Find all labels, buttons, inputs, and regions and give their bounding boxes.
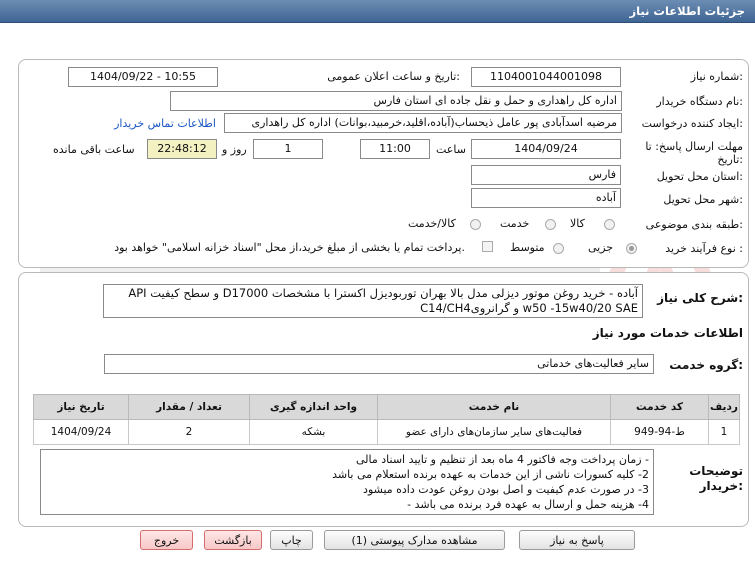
col-row: ردیف [708, 394, 740, 420]
table-header-row: ردیف کد خدمت نام خدمت واحد اندازه گیری ت… [33, 394, 740, 420]
title-bar: جزئیات اطلاعات نیاز [0, 0, 755, 23]
service-group-label: گروه خدمت: [669, 358, 743, 372]
col-service-code: کد خدمت [610, 394, 709, 420]
cell-service-code: ط-94-949 [610, 419, 709, 445]
buyer-notes-label: توضیحات [689, 464, 743, 478]
requester-label: ایجاد کننده درخواست: [641, 117, 743, 130]
buyer-org-field: اداره کل راهداری و حمل و نقل جاده ای است… [170, 91, 622, 111]
exit-button[interactable]: خروج [140, 530, 193, 550]
deadline-label: مهلت ارسال پاسخ: تا [645, 140, 743, 153]
category-goods-service-label: کالا/خدمت [408, 217, 456, 230]
category-goods-radio[interactable] [604, 219, 615, 230]
col-quantity: تعداد / مقدار [128, 394, 250, 420]
col-service-name: نام خدمت [377, 394, 611, 420]
buyer-notes-field: - زمان پرداخت وجه فاکتور 4 ماه بعد از تن… [40, 449, 654, 515]
buyer-notes-label-2: خریدار: [699, 479, 743, 493]
remaining-time-label: ساعت باقی مانده [53, 143, 135, 156]
deadline-days-field: 1 [253, 139, 323, 159]
process-minor-radio[interactable] [626, 243, 637, 254]
requester-field: مرضیه اسدآبادی پور عامل ذیحساب(آباده،اقل… [224, 113, 622, 133]
need-number-field: 1104001044001098 [471, 67, 621, 87]
category-goods-label: کالا [570, 217, 585, 230]
category-label: طبقه بندی موضوعی: [645, 218, 743, 231]
buyer-org-label: نام دستگاه خریدار: [656, 95, 743, 108]
treasury-payment-note: پرداخت تمام یا بخشی از مبلغ خرید،از محل … [114, 241, 465, 254]
reply-to-need-button[interactable]: پاسخ به نیاز [519, 530, 635, 550]
category-service-label: خدمت [500, 217, 530, 230]
process-type-label: نوع فرآیند خرید : [665, 242, 743, 255]
remaining-time-field: 22:48:12 [147, 139, 217, 159]
services-info-title: اطلاعات خدمات مورد نیاز [592, 326, 743, 340]
deadline-days-label: روز و [222, 143, 247, 156]
note-line-4: 4- هزینه حمل و ارسال به عهده فرد برنده م… [407, 498, 649, 511]
note-line-3: 3- در صورت عدم کیفیت و اصل بودن روغن عود… [363, 483, 649, 496]
cell-need-date: 1404/09/24 [33, 419, 129, 445]
category-service-radio[interactable] [545, 219, 556, 230]
note-line-2: 2- کلیه کسورات ناشی از این خدمات به عهده… [332, 468, 649, 481]
note-line-1: - زمان پرداخت وجه فاکتور 4 ماه بعد از تن… [356, 453, 649, 466]
delivery-province-label: استان محل تحویل: [656, 170, 743, 183]
cell-quantity: 2 [128, 419, 250, 445]
service-group-field: سایر فعالیت‌های خدماتی [104, 354, 654, 374]
page-title: جزئیات اطلاعات نیاز [629, 4, 745, 18]
process-medium-label: متوسط [510, 241, 545, 254]
deadline-time-field: 11:00 [360, 139, 430, 159]
cell-service-name: فعالیت‌های سایر سازمان‌های دارای عضو [377, 419, 611, 445]
deadline-date-label: تاریخ: [717, 153, 743, 166]
print-button[interactable]: چاپ [270, 530, 313, 550]
description-label: شرح کلی نیاز: [657, 291, 743, 305]
announce-datetime-field: 1404/09/22 - 10:55 [68, 67, 218, 87]
services-table: ردیف کد خدمت نام خدمت واحد اندازه گیری ت… [33, 394, 740, 445]
announce-datetime-label: تاریخ و ساعت اعلان عمومی: [327, 70, 460, 83]
delivery-city-label: شهر محل تحویل: [663, 193, 743, 206]
treasury-payment-checkbox[interactable] [482, 241, 493, 252]
cell-unit: بشکه [249, 419, 378, 445]
delivery-province-field: فارس [471, 165, 621, 185]
process-medium-radio[interactable] [553, 243, 564, 254]
deadline-date-field: 1404/09/24 [471, 139, 621, 159]
category-goods-service-radio[interactable] [470, 219, 481, 230]
table-row[interactable]: 1 ط-94-949 فعالیت‌های سایر سازمان‌های دا… [33, 419, 740, 445]
description-line-1: آباده - خرید روغن موتور دیزلی مدل بالا ب… [128, 286, 638, 300]
buyer-contact-link[interactable]: اطلاعات تماس خریدار [114, 117, 216, 130]
deadline-time-label: ساعت [436, 143, 466, 156]
view-attachments-button[interactable]: مشاهده مدارک پیوستی (1) [324, 530, 505, 550]
col-unit: واحد اندازه گیری [249, 394, 378, 420]
need-number-label: شماره نیاز: [690, 70, 743, 83]
description-field: آباده - خرید روغن موتور دیزلی مدل بالا ب… [103, 284, 643, 318]
process-minor-label: جزیی [588, 241, 614, 254]
col-need-date: تاریخ نیاز [33, 394, 129, 420]
delivery-city-field: آباده [471, 188, 621, 208]
back-button[interactable]: بازگشت [204, 530, 262, 550]
description-line-2: C14/CH4و گرانروی w50 -15w40/20 SAE [420, 301, 638, 315]
cell-row: 1 [708, 419, 740, 445]
